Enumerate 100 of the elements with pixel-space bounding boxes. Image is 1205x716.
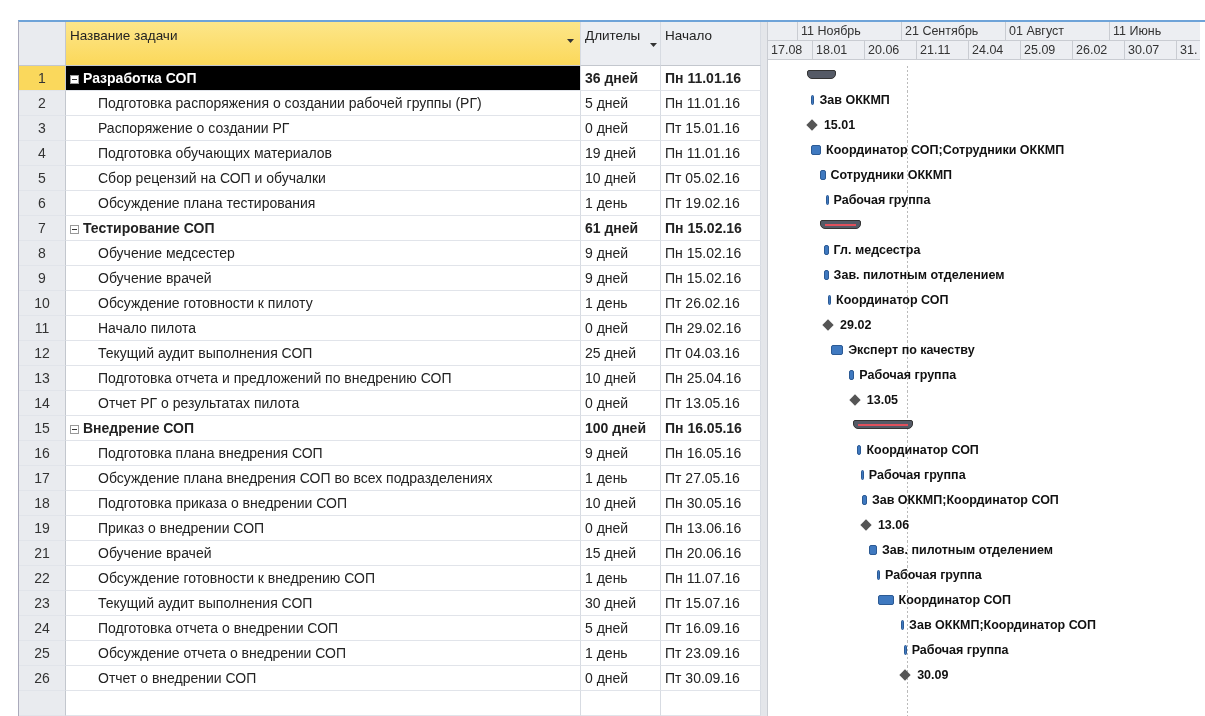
column-header[interactable]: Длителы — [581, 22, 661, 66]
row-number[interactable]: 18 — [19, 491, 66, 516]
task-bar[interactable] — [811, 145, 822, 155]
task-name: Подготовка обучающих материалов — [98, 145, 332, 161]
duration-cell: 9 дней — [581, 241, 661, 266]
start-cell: Пт 27.05.16 — [661, 466, 761, 491]
task-name: Подготовка распоряжения о создании рабочей группы (РГ) — [98, 95, 482, 111]
bar-label: Гл. медсестра — [833, 243, 921, 257]
task-bar[interactable] — [856, 445, 862, 455]
start-cell: Пн 16.05.16 — [661, 441, 761, 466]
bar-label: Координатор СОП — [898, 593, 1012, 607]
collapse-icon[interactable] — [70, 225, 79, 234]
row-number[interactable]: 22 — [19, 566, 66, 591]
timescale-label: 01 Август — [1006, 22, 1110, 40]
bar-label: 13.05 — [866, 393, 899, 407]
duration-cell: 5 дней — [581, 91, 661, 116]
task-name: Отчет РГ о результатах пилота — [98, 395, 300, 411]
dropdown-arrow-icon[interactable] — [650, 43, 657, 47]
bar-label: 13.06 — [877, 518, 910, 532]
duration-cell: 9 дней — [581, 266, 661, 291]
duration-cell: 100 дней — [581, 416, 661, 441]
bar-label: Зав ОККМП;Координатор СОП — [909, 618, 1097, 632]
row-number[interactable]: 7 — [19, 216, 66, 241]
task-bar[interactable] — [824, 270, 829, 280]
row-number[interactable]: 12 — [19, 341, 66, 366]
row-number[interactable]: 13 — [19, 366, 66, 391]
row-number[interactable]: 3 — [19, 116, 66, 141]
duration-cell: 10 дней — [581, 366, 661, 391]
bar-label: Координатор СОП;Сотрудники ОККМП — [826, 143, 1065, 157]
summary-bar[interactable] — [807, 70, 836, 79]
row-number[interactable]: 16 — [19, 441, 66, 466]
row-number[interactable]: 15 — [19, 416, 66, 441]
duration-cell: 1 день — [581, 566, 661, 591]
task-bar[interactable] — [811, 95, 815, 105]
collapse-icon[interactable] — [70, 75, 79, 84]
task-bar[interactable] — [878, 595, 894, 605]
task-bar[interactable] — [861, 495, 867, 505]
timescale-label: 26.02 — [1073, 41, 1125, 59]
duration-cell: 10 дней — [581, 166, 661, 191]
task-name: Текущий аудит выполнения СОП — [98, 345, 313, 361]
row-number[interactable]: 11 — [19, 316, 66, 341]
row-number[interactable]: 10 — [19, 291, 66, 316]
start-cell: Пн 20.06.16 — [661, 541, 761, 566]
task-name: Обсуждение плана внедрения СОП во всех подразделениях — [98, 470, 493, 486]
column-header[interactable]: Название задачи — [66, 22, 581, 66]
empty-cell[interactable] — [19, 691, 66, 716]
bar-label: Рабочая группа — [911, 643, 1009, 657]
row-number[interactable]: 8 — [19, 241, 66, 266]
row-number[interactable]: 25 — [19, 641, 66, 666]
bar-label: Координатор СОП — [866, 443, 979, 457]
task-name: Отчет о внедрении СОП — [98, 670, 257, 686]
bar-label: Зав. пилотным отделением — [833, 268, 1005, 282]
task-bar[interactable] — [901, 620, 905, 630]
column-header[interactable]: Начало — [661, 22, 761, 66]
task-bar[interactable] — [877, 570, 880, 580]
duration-cell: 0 дней — [581, 391, 661, 416]
row-number[interactable]: 23 — [19, 591, 66, 616]
start-cell: Пн 25.04.16 — [661, 366, 761, 391]
start-cell: Пт 05.02.16 — [661, 166, 761, 191]
task-bar[interactable] — [869, 545, 877, 555]
timescale-label: 31. — [1177, 41, 1200, 59]
task-name: Подготовка приказа о внедрении СОП — [98, 495, 347, 511]
bar-label: 15.01 — [823, 118, 856, 132]
row-number[interactable]: 2 — [19, 91, 66, 116]
collapse-icon[interactable] — [70, 425, 79, 434]
dropdown-arrow-icon[interactable] — [567, 39, 574, 43]
timescale-label: 21.11 — [917, 41, 969, 59]
task-bar[interactable] — [903, 645, 907, 655]
task-bar[interactable] — [820, 170, 826, 180]
task-bar[interactable] — [825, 195, 829, 205]
row-number[interactable]: 5 — [19, 166, 66, 191]
task-bar[interactable] — [849, 370, 855, 380]
row-number[interactable]: 14 — [19, 391, 66, 416]
task-bar[interactable] — [824, 245, 829, 255]
task-bar[interactable] — [830, 345, 844, 355]
summary-bar[interactable] — [852, 420, 914, 429]
duration-cell: 10 дней — [581, 491, 661, 516]
task-name: Текущий аудит выполнения СОП — [98, 595, 313, 611]
row-number[interactable]: 24 — [19, 616, 66, 641]
task-bar[interactable] — [828, 295, 832, 305]
task-name: Обсуждение готовности к пилоту — [98, 295, 313, 311]
bar-label: Зав ОККМП — [819, 93, 890, 107]
row-number[interactable]: 26 — [19, 666, 66, 691]
task-bar[interactable] — [860, 470, 864, 480]
start-cell: Пт 19.02.16 — [661, 191, 761, 216]
row-number[interactable]: 9 — [19, 266, 66, 291]
row-number[interactable]: 21 — [19, 541, 66, 566]
task-name: Тестирование СОП — [83, 220, 215, 236]
task-name: Начало пилота — [98, 320, 196, 336]
timescale-label: 21 Сентябрь — [902, 22, 1006, 40]
row-number[interactable]: 4 — [19, 141, 66, 166]
row-number[interactable]: 19 — [19, 516, 66, 541]
summary-bar[interactable] — [820, 220, 861, 229]
start-cell: Пт 26.02.16 — [661, 291, 761, 316]
row-number[interactable]: 6 — [19, 191, 66, 216]
row-number[interactable]: 1 — [19, 66, 66, 91]
task-name: Подготовка плана внедрения СОП — [98, 445, 323, 461]
row-number[interactable]: 17 — [19, 466, 66, 491]
duration-cell: 1 день — [581, 191, 661, 216]
bar-label: 29.02 — [840, 318, 872, 332]
